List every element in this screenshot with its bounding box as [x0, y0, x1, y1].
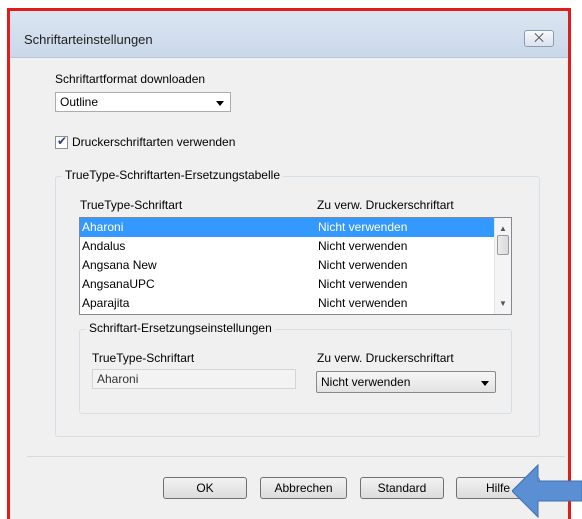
substitution-table-title: TrueType-Schriftarten-Ersetzungstabelle — [62, 168, 283, 182]
list-item-font: Aparajita — [82, 296, 130, 310]
list-item-printer-font: Nicht verwenden — [318, 277, 408, 291]
ok-button[interactable]: OK — [163, 477, 247, 499]
checkmark-icon: ✔ — [57, 134, 68, 148]
substitution-settings-title: Schriftart-Ersetzungseinstellungen — [86, 321, 275, 335]
scrollbar-thumb[interactable] — [497, 235, 509, 255]
pointer-arrow-icon — [512, 463, 582, 519]
default-button[interactable]: Standard — [360, 477, 444, 499]
column-header-truetype: TrueType-Schriftart — [80, 198, 183, 212]
list-item[interactable]: AngsanaUPC Nicht verwenden — [80, 275, 496, 294]
ok-button-label: OK — [196, 481, 214, 495]
list-item-printer-font: Nicht verwenden — [318, 258, 408, 272]
list-item-font: Aharoni — [82, 220, 124, 234]
list-item-printer-font: Nicht verwenden — [318, 220, 408, 234]
use-printer-fonts-checkbox[interactable]: ✔ — [55, 134, 68, 149]
printer-font-value: Nicht verwenden — [321, 375, 411, 389]
list-item-font: Andalus — [82, 239, 126, 253]
list-scrollbar[interactable]: ▲ ▼ — [494, 218, 511, 314]
font-substitution-list[interactable]: Aharoni Nicht verwenden Andalus Nicht ve… — [79, 217, 512, 315]
list-item[interactable]: Angsana New Nicht verwenden — [80, 256, 496, 275]
dialog-title: Schriftarteinstellungen — [24, 32, 153, 47]
help-button-label: Hilfe — [485, 481, 510, 495]
scroll-down-icon[interactable]: ▼ — [499, 299, 507, 308]
truetype-font-value: Aharoni — [97, 372, 139, 386]
cancel-button-label: Abbrechen — [274, 481, 333, 495]
column-header-printer-font: Zu verw. Druckerschriftart — [317, 198, 454, 212]
footer-divider — [27, 456, 565, 457]
list-item-printer-font: Nicht verwenden — [318, 296, 408, 310]
list-item-font: AngsanaUPC — [82, 277, 155, 291]
chevron-down-icon — [481, 381, 489, 386]
list-item-font: Angsana New — [82, 258, 157, 272]
list-item[interactable]: Aparajita Nicht verwenden — [80, 294, 496, 313]
chevron-down-icon — [216, 101, 224, 106]
list-item[interactable]: Andalus Nicht verwenden — [80, 237, 496, 256]
close-icon: ⨉ — [534, 31, 544, 45]
list-item[interactable]: Aharoni Nicht verwenden — [80, 218, 496, 237]
download-format-select[interactable]: Outline — [55, 92, 231, 112]
download-format-value: Outline — [60, 95, 99, 109]
default-button-label: Standard — [377, 481, 427, 495]
title-bar: Schriftarteinstellungen ⨉ — [10, 11, 568, 58]
truetype-font-label: TrueType-Schriftart — [92, 351, 195, 365]
printer-font-label: Zu verw. Druckerschriftart — [317, 351, 454, 365]
list-item-printer-font: Nicht verwenden — [318, 239, 408, 253]
truetype-font-field: Aharoni — [92, 369, 296, 389]
download-format-label: Schriftartformat downloaden — [55, 72, 206, 86]
scroll-up-icon[interactable]: ▲ — [499, 224, 507, 233]
use-printer-fonts-label[interactable]: Druckerschriftarten verwenden — [72, 135, 235, 149]
close-button[interactable]: ⨉ — [524, 30, 554, 47]
printer-font-select[interactable]: Nicht verwenden — [316, 371, 496, 393]
cancel-button[interactable]: Abbrechen — [260, 477, 347, 499]
